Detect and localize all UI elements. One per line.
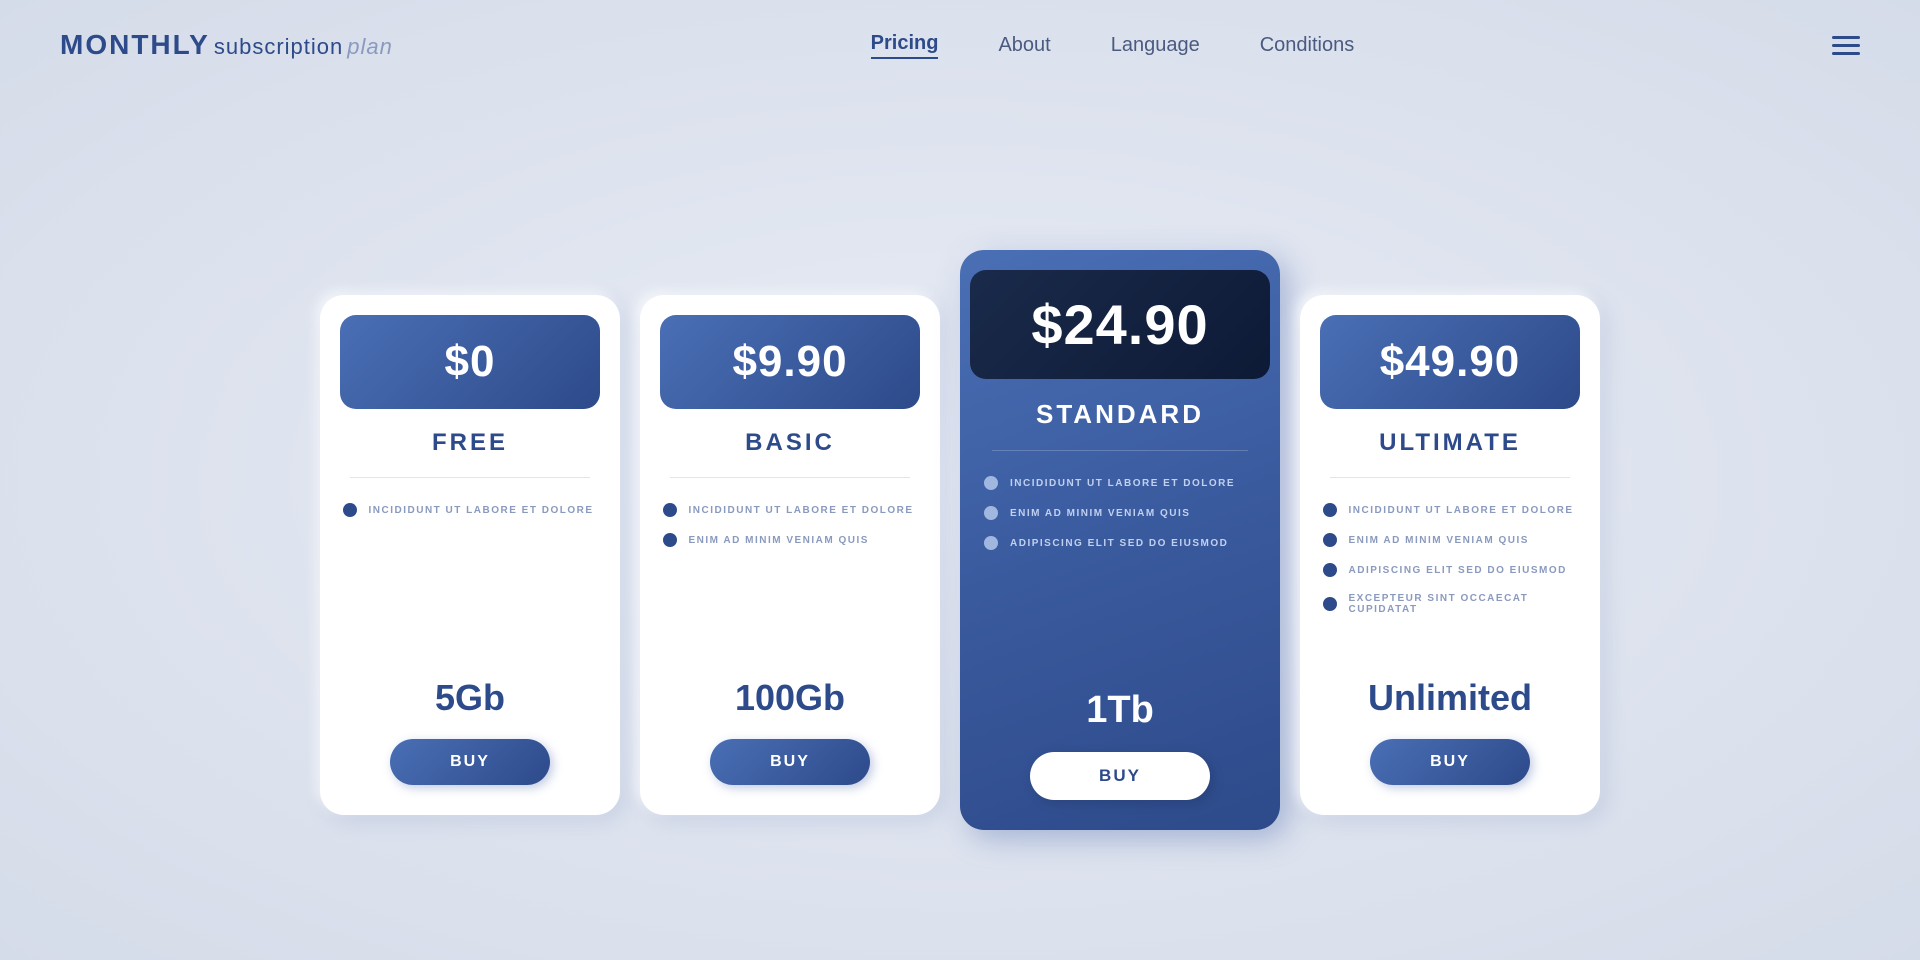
- list-item: INCIDIDUNT UT LABORE ET DOLORE: [984, 476, 1256, 490]
- divider-free: [350, 477, 590, 478]
- feature-text: ENIM AD MINIM VENIAM QUIS: [1349, 535, 1529, 546]
- divider-basic: [670, 477, 910, 478]
- feature-text: INCIDIDUNT UT LABORE ET DOLORE: [1010, 478, 1235, 489]
- price-free: $0: [445, 337, 496, 386]
- feature-dot: [984, 476, 998, 490]
- feature-text: ADIPISCING ELIT SED DO EIUSMOD: [1349, 565, 1567, 576]
- features-basic: INCIDIDUNT UT LABORE ET DOLORE ENIM AD M…: [663, 503, 918, 605]
- feature-text: ADIPISCING ELIT SED DO EIUSMOD: [1010, 538, 1228, 549]
- navbar: MONTHLY subscription plan Pricing About …: [0, 0, 1920, 90]
- buy-button-basic[interactable]: BUY: [710, 739, 870, 785]
- buy-button-standard[interactable]: BUY: [1030, 752, 1210, 800]
- logo-monthly: MONTHLY: [60, 29, 210, 61]
- feature-dot: [984, 506, 998, 520]
- price-header-free: $0: [340, 315, 600, 409]
- price-header-basic: $9.90: [660, 315, 920, 409]
- plan-card-ultimate: $49.90 ULTIMATE INCIDIDUNT UT LABORE ET …: [1300, 295, 1600, 815]
- list-item: ADIPISCING ELIT SED DO EIUSMOD: [1323, 563, 1578, 577]
- list-item: ENIM AD MINIM VENIAM QUIS: [984, 506, 1256, 520]
- logo-plan: plan: [347, 34, 393, 60]
- list-item: ENIM AD MINIM VENIAM QUIS: [663, 533, 918, 547]
- feature-text: INCIDIDUNT UT LABORE ET DOLORE: [689, 505, 914, 516]
- feature-text: EXCEPTEUR SINT OCCAECAT CUPIDATAT: [1349, 593, 1578, 615]
- feature-text: INCIDIDUNT UT LABORE ET DOLORE: [369, 505, 594, 516]
- feature-dot: [663, 503, 677, 517]
- feature-dot: [1323, 597, 1337, 611]
- divider-standard: [992, 450, 1248, 451]
- feature-dot: [984, 536, 998, 550]
- list-item: INCIDIDUNT UT LABORE ET DOLORE: [1323, 503, 1578, 517]
- feature-dot: [1323, 533, 1337, 547]
- price-header-standard: $24.90: [970, 270, 1270, 379]
- plans-container: $0 FREE INCIDIDUNT UT LABORE ET DOLORE 5…: [0, 90, 1920, 960]
- feature-text: ENIM AD MINIM VENIAM QUIS: [689, 535, 869, 546]
- nav-pricing[interactable]: Pricing: [871, 32, 939, 59]
- divider-ultimate: [1330, 477, 1570, 478]
- feature-text: ENIM AD MINIM VENIAM QUIS: [1010, 508, 1190, 519]
- storage-ultimate: Unlimited: [1368, 677, 1532, 719]
- list-item: EXCEPTEUR SINT OCCAECAT CUPIDATAT: [1323, 593, 1578, 615]
- plan-name-free: FREE: [432, 429, 508, 457]
- feature-dot: [343, 503, 357, 517]
- features-standard: INCIDIDUNT UT LABORE ET DOLORE ENIM AD M…: [984, 476, 1256, 613]
- logo-subscription: subscription: [214, 34, 343, 60]
- nav-right: [1832, 36, 1860, 55]
- nav-conditions[interactable]: Conditions: [1260, 34, 1355, 57]
- nav-about[interactable]: About: [998, 34, 1050, 57]
- feature-dot: [1323, 563, 1337, 577]
- list-item: INCIDIDUNT UT LABORE ET DOLORE: [663, 503, 918, 517]
- nav-language[interactable]: Language: [1111, 34, 1200, 57]
- plan-name-ultimate: ULTIMATE: [1379, 429, 1521, 457]
- plan-name-basic: BASIC: [745, 429, 835, 457]
- plan-card-basic: $9.90 BASIC INCIDIDUNT UT LABORE ET DOLO…: [640, 295, 940, 815]
- list-item: INCIDIDUNT UT LABORE ET DOLORE: [343, 503, 598, 517]
- feature-dot: [1323, 503, 1337, 517]
- features-free: INCIDIDUNT UT LABORE ET DOLORE: [343, 503, 598, 590]
- storage-free: 5Gb: [435, 677, 505, 719]
- list-item: ENIM AD MINIM VENIAM QUIS: [1323, 533, 1578, 547]
- feature-dot: [663, 533, 677, 547]
- plan-name-standard: STANDARD: [1036, 399, 1204, 430]
- storage-basic: 100Gb: [735, 677, 845, 719]
- list-item: ADIPISCING ELIT SED DO EIUSMOD: [984, 536, 1256, 550]
- price-standard: $24.90: [1031, 293, 1208, 356]
- features-ultimate: INCIDIDUNT UT LABORE ET DOLORE ENIM AD M…: [1323, 503, 1578, 639]
- plan-card-free: $0 FREE INCIDIDUNT UT LABORE ET DOLORE 5…: [320, 295, 620, 815]
- hamburger-menu[interactable]: [1832, 36, 1860, 55]
- price-ultimate: $49.90: [1380, 337, 1521, 386]
- price-header-ultimate: $49.90: [1320, 315, 1580, 409]
- nav-links: Pricing About Language Conditions: [871, 32, 1355, 59]
- price-basic: $9.90: [732, 337, 847, 386]
- storage-standard: 1Tb: [1086, 689, 1154, 732]
- plan-card-standard: $24.90 STANDARD INCIDIDUNT UT LABORE ET …: [960, 250, 1280, 830]
- buy-button-free[interactable]: BUY: [390, 739, 550, 785]
- buy-button-ultimate[interactable]: BUY: [1370, 739, 1530, 785]
- logo: MONTHLY subscription plan: [60, 29, 393, 61]
- feature-text: INCIDIDUNT UT LABORE ET DOLORE: [1349, 505, 1574, 516]
